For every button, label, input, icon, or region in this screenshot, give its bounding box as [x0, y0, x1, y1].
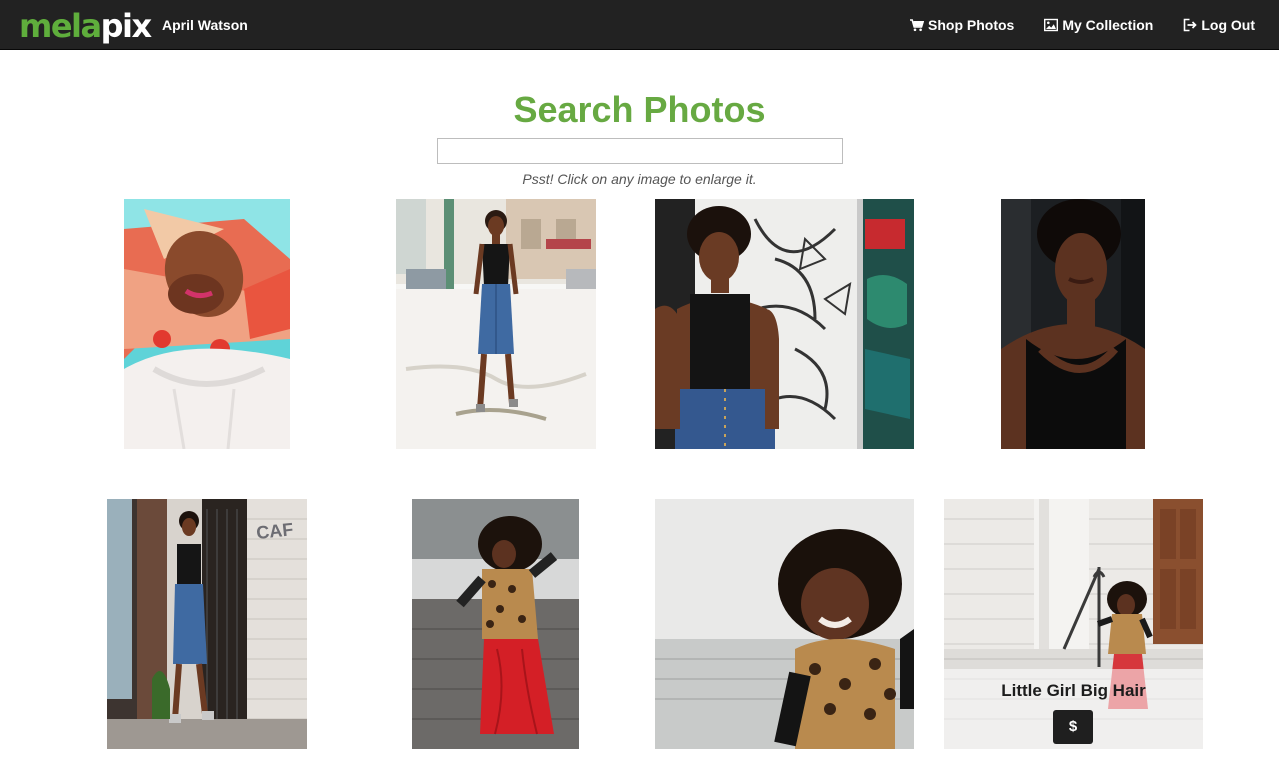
photo-card-girl-on-steps[interactable]: Little Girl Big Hair $: [944, 499, 1203, 749]
shop-photos-label: Shop Photos: [928, 17, 1015, 33]
nav-links: Shop Photos My Collection Log Out: [902, 0, 1279, 50]
search-input[interactable]: [437, 138, 843, 164]
logout-icon: [1183, 18, 1198, 32]
photo-image: [1001, 199, 1145, 449]
photo-title: Little Girl Big Hair: [1001, 681, 1146, 700]
svg-text:CAF: CAF: [255, 519, 294, 543]
buy-button[interactable]: $: [1053, 710, 1093, 744]
log-out-link[interactable]: Log Out: [1175, 0, 1279, 50]
brand-logo-part-pix: pix: [100, 7, 153, 45]
cart-icon: [910, 18, 924, 32]
enlarge-hint: Psst! Click on any image to enlarge it.: [522, 171, 757, 187]
brand-logo-part-mela: mela: [19, 7, 102, 45]
page-title: Search Photos: [513, 89, 766, 130]
photo-card-woman-portrait-dark[interactable]: [1001, 199, 1145, 449]
photo-card-woman-bald-colorful-wall[interactable]: [124, 199, 290, 449]
user-name[interactable]: April Watson: [162, 16, 248, 34]
shop-photos-link[interactable]: Shop Photos: [902, 0, 1036, 50]
picture-icon: [1044, 18, 1059, 32]
photo-image: CAF: [107, 499, 307, 749]
photo-image: [396, 199, 596, 449]
navbar: melapix April Watson Shop Photos My Coll…: [0, 0, 1279, 50]
my-collection-link[interactable]: My Collection: [1036, 0, 1175, 50]
photo-card-woman-brick-wall-doorway[interactable]: CAF: [107, 499, 307, 749]
photo-image: [655, 499, 914, 749]
photo-card-woman-graffiti-wall[interactable]: [655, 199, 914, 449]
photo-card-girl-leopard-vest-jumping[interactable]: [412, 499, 579, 749]
photo-image: [124, 199, 290, 449]
photo-image: [412, 499, 579, 749]
my-collection-label: My Collection: [1062, 17, 1154, 33]
brand-logo[interactable]: melapix: [19, 6, 153, 46]
photo-card-girl-smiling-curly-hair[interactable]: [655, 499, 914, 749]
photo-card-woman-walking-street[interactable]: [396, 199, 596, 449]
log-out-label: Log Out: [1201, 17, 1255, 33]
photo-image: [655, 199, 914, 449]
